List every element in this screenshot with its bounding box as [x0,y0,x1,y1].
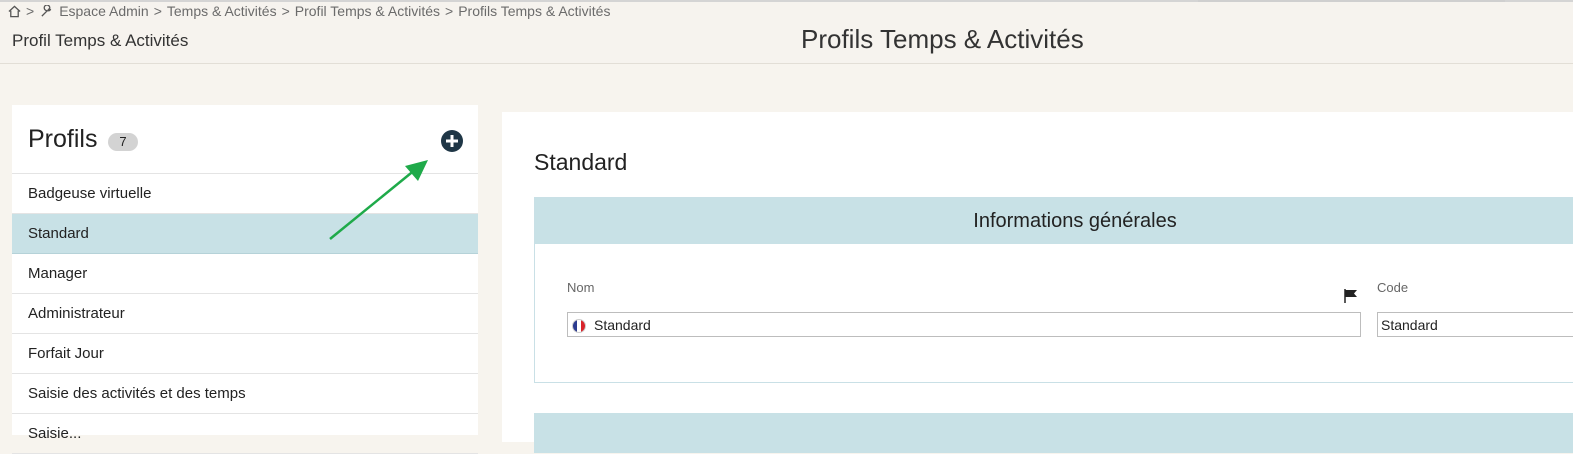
next-section-header [534,413,1573,453]
nom-label: Nom [567,280,595,295]
breadcrumb-item-espace-admin[interactable]: Espace Admin [59,3,149,19]
add-profile-button[interactable] [441,130,463,152]
breadcrumb-separator: > [153,3,162,19]
profile-item-forfait-jour[interactable]: Forfait Jour [12,334,478,374]
breadcrumb-item-temps-activites[interactable]: Temps & Activités [167,3,277,19]
code-value: Standard [1381,317,1438,333]
general-info-header: Informations générales [535,198,1573,244]
profiles-header: Profils 7 [12,105,478,174]
breadcrumb-separator: > [26,3,35,19]
top-tab-edge [1313,0,1395,2]
breadcrumb-item-profils: Profils Temps & Activités [458,3,611,19]
profile-detail-panel: Standard Informations générales Nom Stan… [502,112,1573,453]
profile-detail-title: Standard [534,149,628,175]
home-icon[interactable] [7,4,21,18]
profiles-count-badge: 7 [108,133,138,151]
profile-item-standard[interactable]: Standard [12,214,478,254]
breadcrumb-separator: > [281,3,290,19]
breadcrumb-separator: > [445,3,454,19]
breadcrumb-item-profil[interactable]: Profil Temps & Activités [295,3,440,19]
top-tab-edge [1198,0,1313,2]
french-flag-icon [572,319,586,333]
general-info-section: Informations générales Nom Standard Code… [534,197,1573,383]
flag-icon[interactable] [1343,288,1359,304]
wrench-icon [39,4,53,18]
profile-item-manager[interactable]: Manager [12,254,478,294]
profile-item-partial[interactable]: Saisie... [12,414,478,454]
page-title: Profils Temps & Activités [801,24,1084,54]
profile-item-saisie-activites[interactable]: Saisie des activités et des temps [12,374,478,414]
profile-item-administrateur[interactable]: Administrateur [12,294,478,334]
page-subtitle: Profil Temps & Activités [12,31,189,50]
top-header: > Espace Admin > Temps & Activités > Pro… [0,0,1573,64]
breadcrumb: > Espace Admin > Temps & Activités > Pro… [7,3,610,19]
code-label: Code [1377,280,1409,295]
top-tab-edge [1395,0,1505,2]
nom-input[interactable]: Standard [567,312,1361,337]
profile-item-badgeuse[interactable]: Badgeuse virtuelle [12,174,478,214]
code-input[interactable]: Standard [1377,312,1573,337]
profiles-list: Badgeuse virtuelle Standard Manager Admi… [12,174,478,454]
profiles-panel: Profils 7 Badgeuse virtuelle Standard Ma… [12,105,478,454]
profiles-title: Profils [28,125,98,153]
nom-value: Standard [594,317,651,333]
